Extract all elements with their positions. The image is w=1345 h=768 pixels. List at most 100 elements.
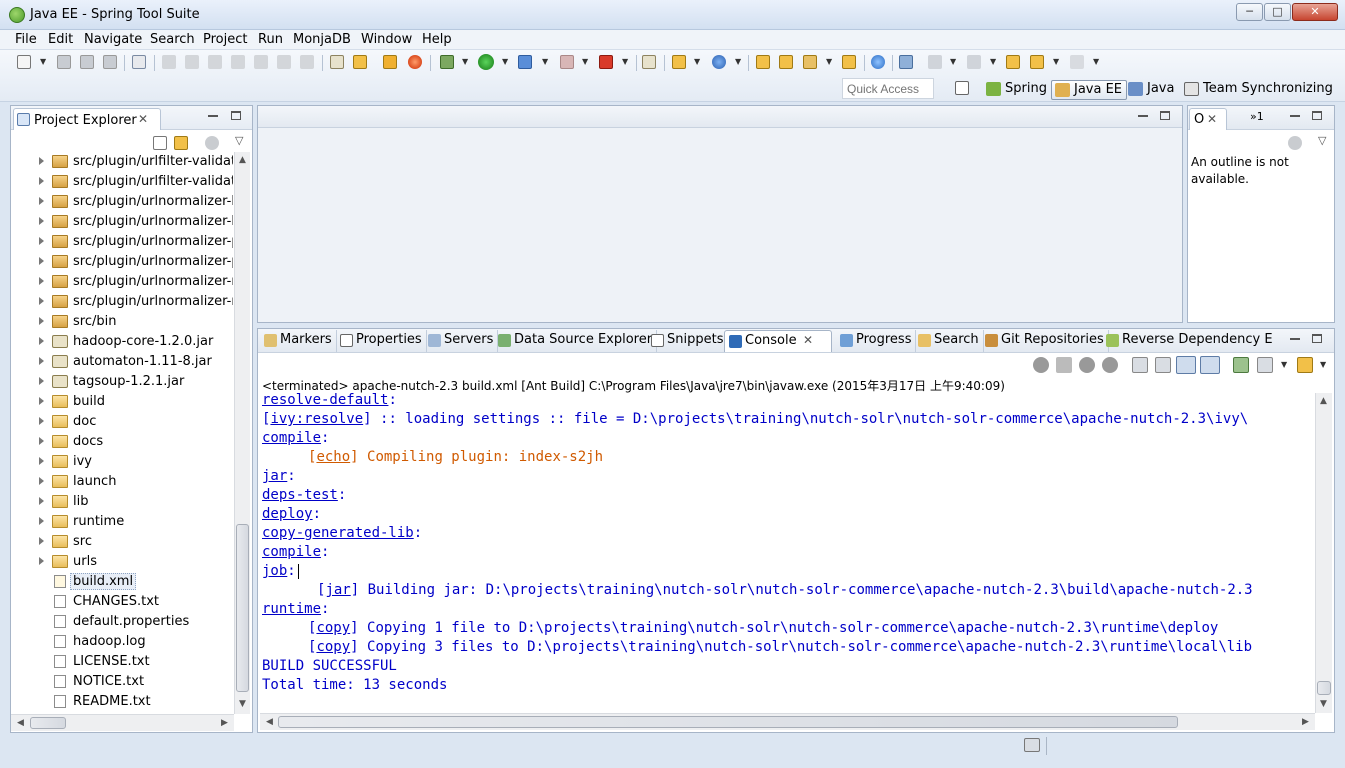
save-icon[interactable] — [57, 55, 71, 69]
expand-arrow-icon[interactable] — [39, 257, 44, 265]
new-project-icon[interactable] — [672, 55, 686, 69]
scroll-thumb[interactable] — [1317, 681, 1331, 695]
new-icon[interactable] — [17, 55, 31, 69]
terminate-icon[interactable] — [208, 55, 222, 69]
console-link[interactable]: runtime — [262, 601, 321, 617]
open-type-icon[interactable] — [756, 55, 770, 69]
step-return-icon[interactable] — [300, 55, 314, 69]
link-with-editor-icon[interactable] — [174, 136, 188, 150]
show-on-stdout-icon[interactable] — [1176, 356, 1196, 374]
scroll-lock-icon[interactable] — [1155, 357, 1171, 373]
display-console-icon[interactable] — [1257, 357, 1273, 373]
tab-console[interactable]: Console ✕ — [724, 330, 832, 352]
tree-item[interactable]: hadoop.log — [11, 632, 233, 652]
console-link[interactable]: copy — [316, 639, 350, 655]
menu-monjadb[interactable]: MonjaDB — [293, 32, 351, 47]
back-dropdown-icon[interactable]: ▼ — [1053, 57, 1059, 66]
scroll-down-icon[interactable]: ▼ — [239, 699, 246, 709]
console-link[interactable]: echo — [316, 449, 350, 465]
tab-progress[interactable]: Progress — [836, 330, 917, 352]
console-link[interactable]: copy-generated-lib — [262, 525, 414, 541]
console-link[interactable]: jar — [325, 582, 350, 598]
tab-overflow-indicator[interactable]: »1 — [1250, 110, 1264, 123]
menu-navigate[interactable]: Navigate — [84, 32, 142, 47]
scroll-right-icon[interactable]: ▶ — [221, 718, 228, 728]
tree-item[interactable]: CHANGES.txt — [11, 592, 233, 612]
clear-console-icon[interactable] — [1132, 357, 1148, 373]
scroll-thumb[interactable] — [30, 717, 66, 729]
debug-dropdown-icon[interactable]: ▼ — [462, 57, 468, 66]
prev-annotation-icon[interactable] — [967, 55, 981, 69]
open-perspective-icon[interactable] — [955, 81, 969, 95]
console-link[interactable]: deploy — [262, 506, 313, 522]
tree-item[interactable]: src/plugin/urlfilter-validator — [11, 152, 233, 172]
tree-item[interactable]: LICENSE.txt — [11, 652, 233, 672]
collapse-all-icon[interactable] — [153, 136, 167, 150]
tree-vertical-scrollbar[interactable]: ▲ ▼ — [234, 152, 250, 714]
maximize-view-icon[interactable] — [231, 111, 241, 120]
console-link[interactable]: compile — [262, 544, 321, 560]
maximize-button[interactable]: □ — [1264, 3, 1291, 21]
expand-arrow-icon[interactable] — [39, 517, 44, 525]
coverage-dropdown-icon[interactable]: ▼ — [542, 57, 548, 66]
expand-arrow-icon[interactable] — [39, 217, 44, 225]
suspend-icon[interactable] — [185, 55, 199, 69]
perspective-java-ee[interactable]: Java EE — [1051, 80, 1128, 100]
filter-icon[interactable] — [205, 136, 219, 150]
expand-arrow-icon[interactable] — [39, 377, 44, 385]
tree-item[interactable]: ivy — [11, 452, 233, 472]
console-link[interactable]: compile — [262, 430, 321, 446]
save-all-icon[interactable] — [80, 55, 94, 69]
generate-icon[interactable] — [642, 55, 656, 69]
tab-properties[interactable]: Properties — [336, 330, 427, 352]
tree-item[interactable]: NOTICE.txt — [11, 672, 233, 692]
tree-item[interactable]: src/plugin/urlnormalizer-ba — [11, 192, 233, 212]
close-tab-icon[interactable]: ✕ — [138, 112, 148, 126]
scroll-down-icon[interactable]: ▼ — [1320, 699, 1327, 709]
expand-arrow-icon[interactable] — [39, 357, 44, 365]
tree-item[interactable]: docs — [11, 432, 233, 452]
console-link[interactable]: resolve-default — [262, 392, 388, 408]
expand-arrow-icon[interactable] — [39, 417, 44, 425]
menu-edit[interactable]: Edit — [48, 32, 73, 47]
console-horizontal-scrollbar[interactable]: ◀ ▶ — [260, 713, 1315, 730]
outline-filter-icon[interactable] — [1288, 136, 1302, 150]
scroll-left-icon[interactable]: ◀ — [266, 717, 273, 727]
expand-arrow-icon[interactable] — [39, 437, 44, 445]
tree-item[interactable]: src/plugin/urlnormalizer-re — [11, 272, 233, 292]
tab-project-explorer[interactable]: Project Explorer ✕ — [13, 108, 161, 130]
tab-markers[interactable]: Markers — [260, 330, 337, 352]
remove-all-launches-icon[interactable] — [1102, 357, 1118, 373]
ant-icon[interactable] — [330, 55, 344, 69]
console-link[interactable]: jar — [262, 468, 287, 484]
quick-access-input[interactable] — [842, 78, 934, 99]
minimize-editor-icon[interactable] — [1138, 115, 1148, 117]
external-tools-icon[interactable] — [599, 55, 613, 69]
tab-outline[interactable]: O ✕ — [1189, 108, 1227, 130]
perspective-java[interactable]: Java — [1125, 80, 1178, 100]
tab-data-source-explorer[interactable]: Data Source Explorer — [494, 330, 658, 352]
tree-horizontal-scrollbar[interactable]: ◀ ▶ — [11, 714, 234, 731]
open-console-dropdown-icon[interactable]: ▼ — [1320, 360, 1326, 369]
view-menu-icon[interactable]: ▽ — [1318, 134, 1326, 147]
scroll-right-icon[interactable]: ▶ — [1302, 717, 1309, 727]
build-icon[interactable] — [353, 55, 367, 69]
scroll-thumb[interactable] — [236, 524, 249, 692]
minimize-view-icon[interactable] — [1290, 115, 1300, 117]
globe-icon[interactable] — [871, 55, 885, 69]
tree-item-selected[interactable]: build.xml — [11, 572, 233, 592]
forward-dropdown-icon[interactable]: ▼ — [1093, 57, 1099, 66]
expand-arrow-icon[interactable] — [39, 557, 44, 565]
last-edit-icon[interactable] — [1006, 55, 1020, 69]
expand-arrow-icon[interactable] — [39, 197, 44, 205]
tree-item[interactable]: lib — [11, 492, 233, 512]
expand-arrow-icon[interactable] — [39, 477, 44, 485]
open-console-icon[interactable] — [1297, 357, 1313, 373]
scroll-up-icon[interactable]: ▲ — [1320, 396, 1327, 406]
maximize-editor-icon[interactable] — [1160, 111, 1170, 120]
menu-file[interactable]: File — [15, 32, 37, 47]
run-dropdown-icon[interactable]: ▼ — [502, 57, 508, 66]
minimize-button[interactable]: ─ — [1236, 3, 1263, 21]
skip-breakpoints-icon[interactable] — [132, 55, 146, 69]
expand-arrow-icon[interactable] — [39, 277, 44, 285]
